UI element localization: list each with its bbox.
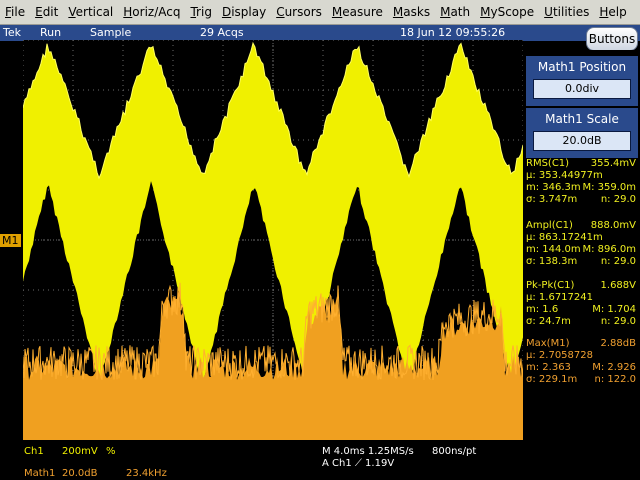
meas-max: M: 359.0m [582, 182, 636, 193]
status-bar: Tek Run Sample 29 Acqs 18 Jun 12 09:55:2… [0, 25, 640, 41]
menu-math[interactable]: Math [435, 0, 475, 24]
ch1-scale[interactable]: 200mV [62, 446, 98, 457]
meas-value: 2.88dB [600, 338, 636, 349]
meas-title: Max(M1) [526, 338, 570, 349]
menu-vertical[interactable]: Vertical [63, 0, 118, 24]
menu-utilities[interactable]: Utilities [539, 0, 594, 24]
menu-cursors[interactable]: Cursors [271, 0, 327, 24]
menu-display[interactable]: Display [217, 0, 271, 24]
menu-file[interactable]: File [0, 0, 30, 24]
meas-max: M: 896.0m [582, 244, 636, 255]
math1-scale[interactable]: 20.0dB [62, 468, 97, 479]
menu-masks[interactable]: Masks [388, 0, 435, 24]
math1-scale-control[interactable]: Math1 Scale 20.0dB [526, 108, 638, 158]
trigger-readout[interactable]: A Ch1 ⟋ 1.19V [322, 458, 394, 469]
buttons-button[interactable]: Buttons [586, 27, 638, 51]
menu-bar: File Edit Vertical Horiz/Acq Trig Displa… [0, 0, 640, 25]
brand-label: Tek [3, 26, 21, 39]
meas-title: Pk-Pk(C1) [526, 280, 575, 291]
menu-trig[interactable]: Trig [185, 0, 216, 24]
meas-title: Ampl(C1) [526, 220, 573, 231]
timebase-readout[interactable]: M 4.0ms 1.25MS/s [322, 446, 414, 457]
meas-max: M: 1.704 [592, 304, 636, 315]
meas-sigma: σ: 3.747m [526, 194, 578, 205]
meas-min: m: 1.6 [526, 304, 559, 315]
meas-count: n: 122.0 [594, 374, 636, 385]
menu-help[interactable]: Help [594, 0, 631, 24]
math1-frequency: 23.4kHz [126, 468, 167, 479]
meas-sigma: σ: 138.3m [526, 256, 578, 267]
meas-title: RMS(C1) [526, 158, 570, 169]
side-panel: Math1 Position 0.0div Math1 Scale 20.0dB… [524, 50, 640, 480]
measurement-max-math1[interactable]: Max(M1) 2.88dB µ: 2.7058728 m: 2.363 M: 2.… [524, 338, 640, 414]
math1-position-title: Math1 Position [537, 60, 627, 74]
meas-min: m: 2.363 [526, 362, 571, 373]
meas-min: m: 346.3m [526, 182, 581, 193]
sample-interval: 800ns/pt [432, 446, 477, 457]
meas-count: n: 29.0 [600, 316, 636, 327]
math1-scale-title: Math1 Scale [545, 112, 619, 126]
menu-edit[interactable]: Edit [30, 0, 63, 24]
meas-count: n: 29.0 [600, 194, 636, 205]
date-time: 18 Jun 12 09:55:26 [400, 26, 506, 39]
math1-position-field[interactable]: 0.0div [533, 79, 631, 99]
meas-mean: µ: 1.6717241 [526, 292, 593, 303]
waveform-svg [22, 39, 524, 441]
meas-sigma: σ: 229.1m [526, 374, 578, 385]
ch1-label[interactable]: Ch1 [24, 446, 44, 457]
menu-myscope[interactable]: MyScope [475, 0, 539, 24]
menu-horiz-acq[interactable]: Horiz/Acq [118, 0, 185, 24]
run-status: Run [40, 26, 62, 39]
math1-position-control[interactable]: Math1 Position 0.0div [526, 56, 638, 106]
waveform-display [22, 39, 524, 441]
meas-value: 1.688V [600, 280, 636, 291]
math1-scale-field[interactable]: 20.0dB [533, 131, 631, 151]
meas-value: 888.0mV [590, 220, 636, 231]
menu-measure[interactable]: Measure [327, 0, 388, 24]
meas-min: m: 144.0m [526, 244, 581, 255]
acquisition-mode: Sample [90, 26, 132, 39]
ch1-coupling: % [106, 446, 116, 457]
m1-reference-marker[interactable]: M1 [0, 234, 21, 247]
acquisition-count: 29 Acqs [200, 26, 244, 39]
bottom-readout: Ch1 200mV % M 4.0ms 1.25MS/s 800ns/pt A … [0, 440, 640, 480]
meas-count: n: 29.0 [600, 256, 636, 267]
meas-value: 355.4mV [590, 158, 636, 169]
meas-mean: µ: 2.7058728 [526, 350, 593, 361]
meas-max: M: 2.926 [592, 362, 636, 373]
meas-sigma: σ: 24.7m [526, 316, 571, 327]
meas-mean: µ: 353.44977m [526, 170, 603, 181]
meas-mean: µ: 863.17241m [526, 232, 603, 243]
math1-label[interactable]: Math1 [24, 468, 55, 479]
